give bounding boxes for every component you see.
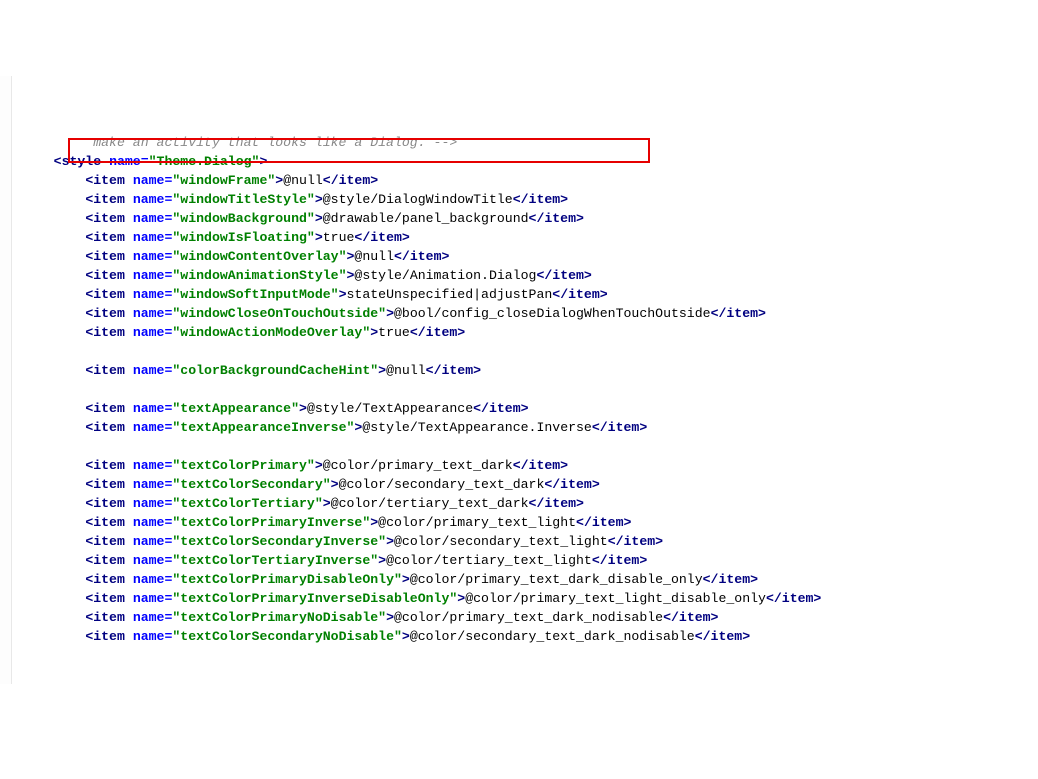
item-line: <item name="windowCloseOnTouchOutside">@… (22, 304, 1038, 323)
item-line: <item name="textColorTertiaryInverse">@c… (22, 551, 1038, 570)
item-line: <item name="textColorSecondary">@color/s… (22, 475, 1038, 494)
item-line: <item name="textColorSecondaryInverse">@… (22, 532, 1038, 551)
item-line: <item name="textColorPrimaryInverseDisab… (22, 589, 1038, 608)
item-line: <item name="windowFrame">@null</item> (22, 171, 1038, 190)
blank-line (22, 380, 1038, 399)
gutter (0, 76, 12, 684)
item-line: <item name="textColorPrimary">@color/pri… (22, 456, 1038, 475)
item-line: <item name="windowTitleStyle">@style/Dia… (22, 190, 1038, 209)
item-line: <item name="colorBackgroundCacheHint">@n… (22, 361, 1038, 380)
comment-line: make an activity that looks like a Dialo… (22, 133, 1038, 152)
code-editor[interactable]: make an activity that looks like a Dialo… (0, 76, 1038, 684)
style-open: <style name="Theme.Dialog"> (22, 152, 1038, 171)
item-line: <item name="textColorSecondaryNoDisable"… (22, 627, 1038, 646)
blank-line (22, 342, 1038, 361)
item-line: <item name="textColorPrimaryInverse">@co… (22, 513, 1038, 532)
item-line: <item name="windowActionModeOverlay">tru… (22, 323, 1038, 342)
item-line: <item name="textAppearanceInverse">@styl… (22, 418, 1038, 437)
item-line: <item name="windowSoftInputMode">stateUn… (22, 285, 1038, 304)
item-line: <item name="textColorTertiary">@color/te… (22, 494, 1038, 513)
item-line: <item name="textColorPrimaryNoDisable">@… (22, 608, 1038, 627)
item-line: <item name="windowContentOverlay">@null<… (22, 247, 1038, 266)
blank-line (22, 437, 1038, 456)
item-line: <item name="windowBackground">@drawable/… (22, 209, 1038, 228)
code-area[interactable]: make an activity that looks like a Dialo… (22, 133, 1038, 646)
item-line: <item name="textAppearance">@style/TextA… (22, 399, 1038, 418)
item-line: <item name="textColorPrimaryDisableOnly"… (22, 570, 1038, 589)
item-line: <item name="windowAnimationStyle">@style… (22, 266, 1038, 285)
item-line: <item name="windowIsFloating">true</item… (22, 228, 1038, 247)
